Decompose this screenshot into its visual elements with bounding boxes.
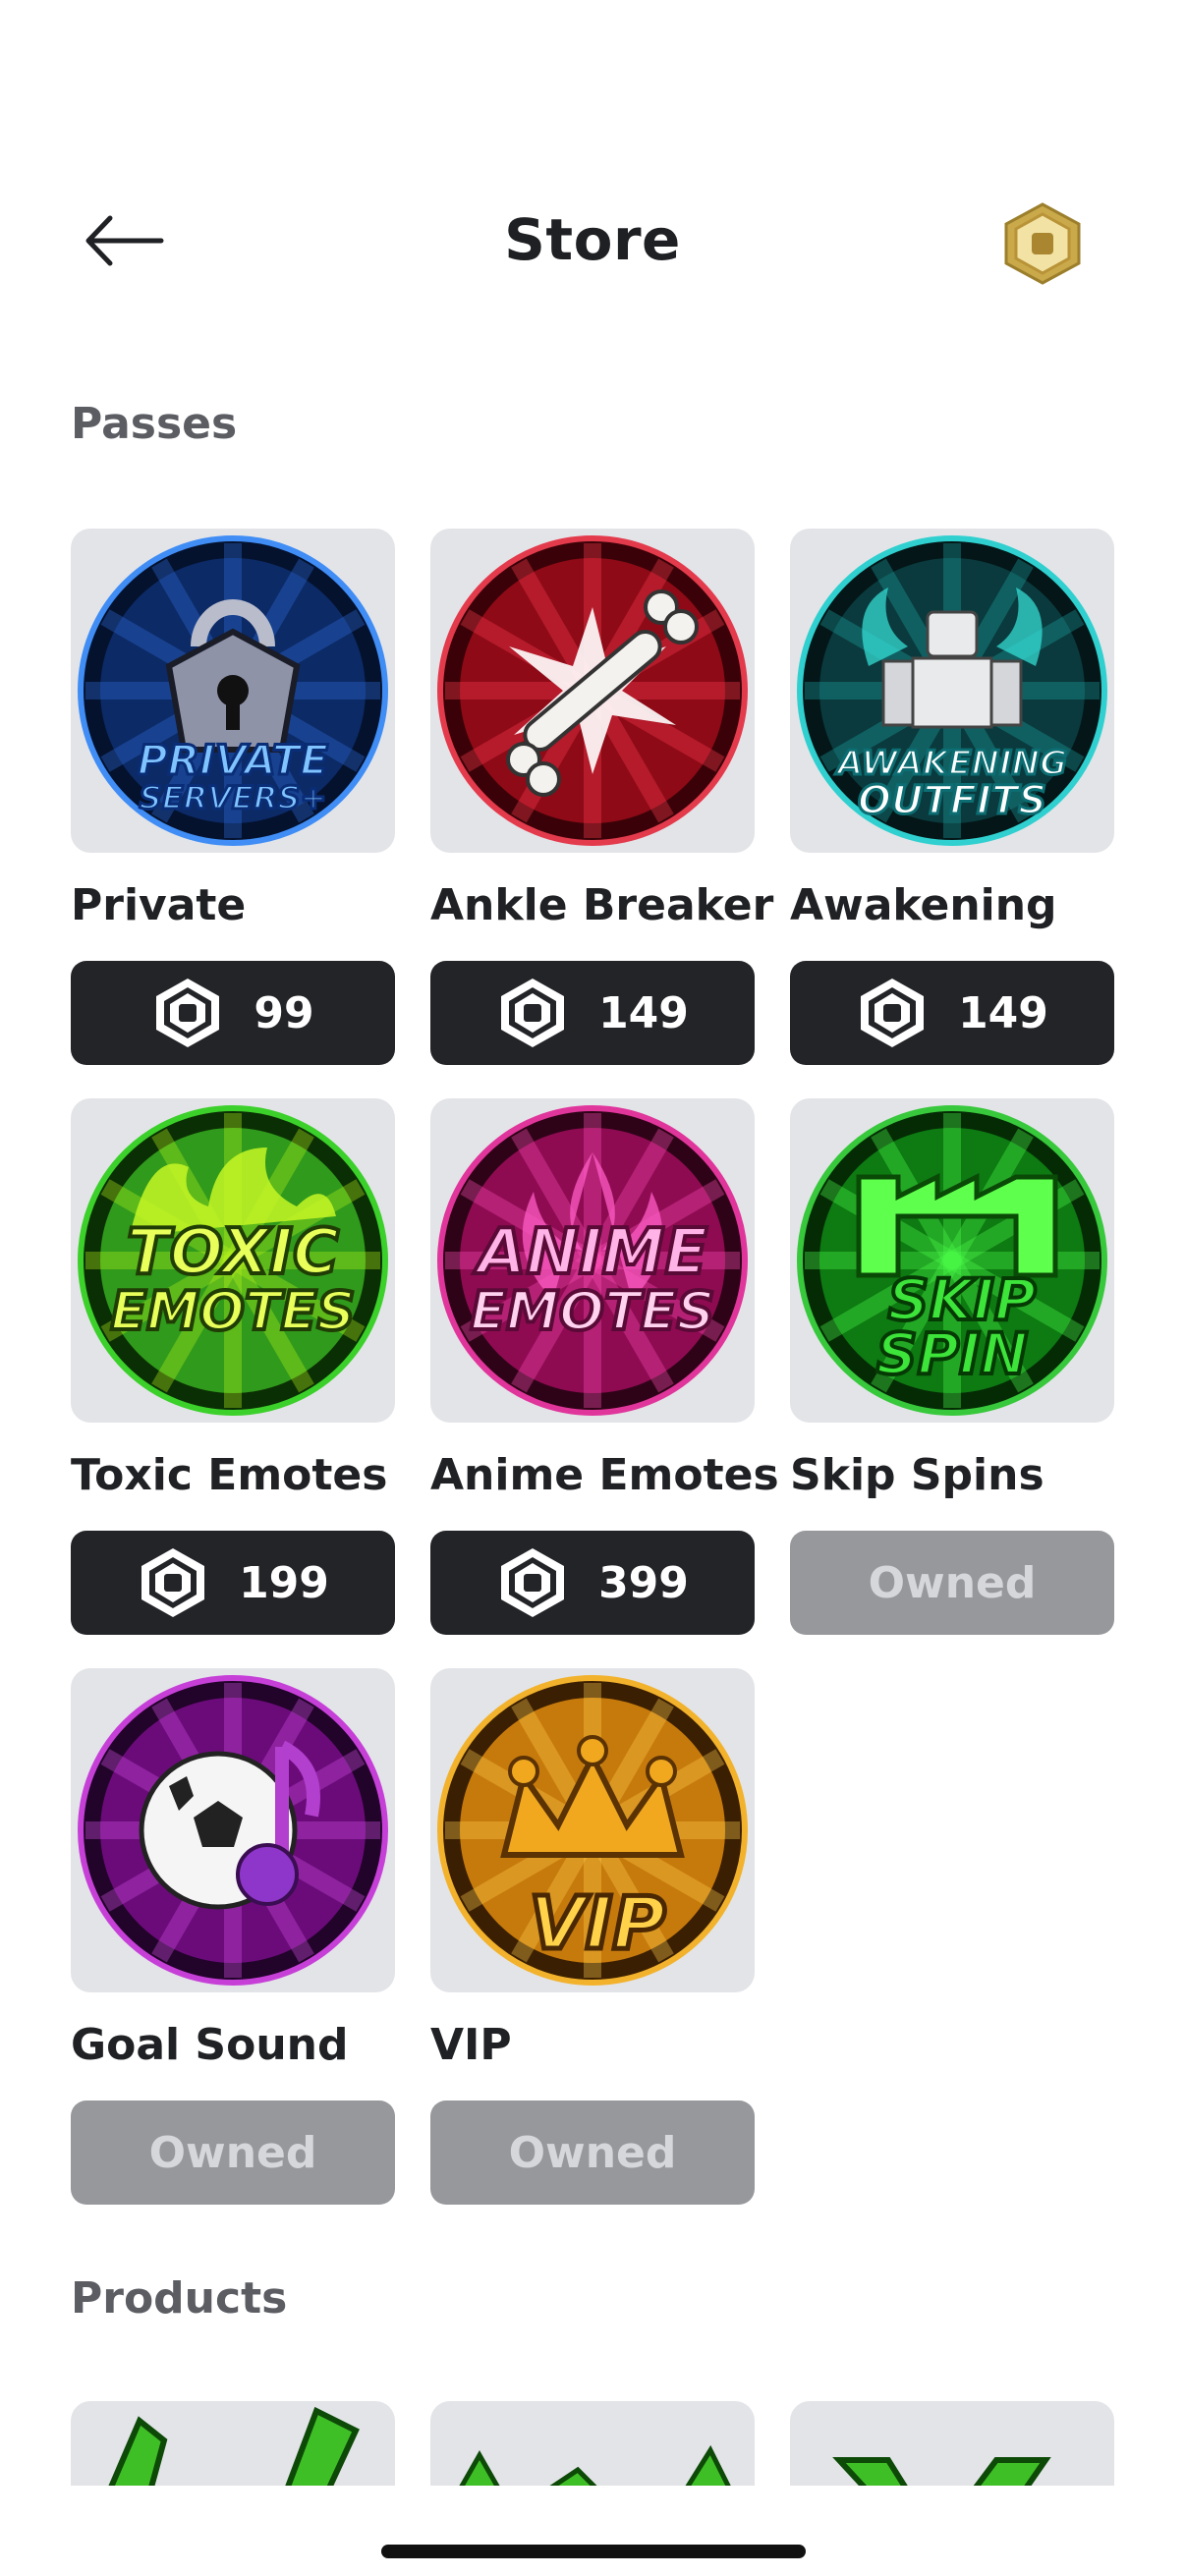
buy-button[interactable]: 399 [430,1531,755,1635]
toxic-emotes-art: TOXICEMOTES [78,1105,388,1416]
pass-card[interactable]: SKIP SPIN Skip Spins Owned [790,1098,1114,1635]
pass-card[interactable]: VIP VIP Owned [430,1668,755,2205]
owned-button[interactable]: Owned [71,2100,395,2205]
robux-icon [156,979,220,1047]
awakening-art: AWAKENINGOUTFITS [797,535,1107,846]
owned-label: Owned [868,1557,1037,1608]
price-label: 149 [598,987,689,1038]
pass-thumbnail[interactable] [430,529,755,853]
pass-thumbnail[interactable] [71,1668,395,1992]
price-label: 99 [254,987,314,1038]
store-header: Store [0,177,1185,305]
product-card[interactable] [71,2401,395,2486]
passes-section-title: Passes [71,399,238,449]
pass-thumbnail[interactable]: TOXIC EMOTES [71,1098,395,1423]
owned-label: Owned [508,2127,677,2178]
pass-name: Skip Spins [790,1450,1044,1500]
product-card[interactable] [790,2401,1114,2486]
money-icon [832,2457,1051,2486]
private-servers-art: PRIVATESERVERS+ [78,535,388,846]
pass-name: Goal Sound [71,2020,349,2070]
pass-thumbnail[interactable]: PRIVATE SERVERS+ [71,529,395,853]
price-label: 199 [239,1557,329,1608]
svg-text:PRIVATE: PRIVATE [138,736,329,784]
robux-icon [141,1548,205,1617]
robux-icon [501,979,565,1047]
skip-spin-art: SKIPSPIN [797,1105,1107,1416]
svg-text:SERVERS+: SERVERS+ [140,779,327,816]
svg-text:AWAKENING: AWAKENING [834,744,1067,783]
products-section-title: Products [71,2273,288,2324]
svg-text:ANIME: ANIME [473,1216,707,1289]
home-indicator [381,2545,806,2558]
pass-name: Awakening [790,880,1057,930]
pass-card[interactable]: ANIME EMOTES Anime Emotes 399 [430,1098,779,1635]
svg-text:EMOTES: EMOTES [470,1280,714,1342]
vip-art: VIP [437,1675,748,1986]
robux-icon [1004,202,1081,285]
owned-label: Owned [148,2127,317,2178]
svg-text:SPIN: SPIN [876,1320,1028,1387]
price-label: 399 [598,1557,689,1608]
owned-button[interactable]: Owned [430,2100,755,2205]
svg-text:OUTFITS: OUTFITS [858,778,1046,823]
buy-button[interactable]: 99 [71,961,395,1065]
pass-card[interactable]: AWAKENING OUTFITS Awakening 149 [790,529,1114,1065]
owned-button[interactable]: Owned [790,1531,1114,1635]
ankle-breaker-art [437,535,748,846]
robux-icon [861,979,925,1047]
pass-thumbnail[interactable]: AWAKENING OUTFITS [790,529,1114,853]
products-row [71,2401,1114,2486]
goal-sound-art [78,1675,388,1986]
pass-name: Toxic Emotes [71,1450,388,1500]
product-card[interactable] [430,2401,755,2486]
buy-button[interactable]: 149 [430,961,755,1065]
pass-card[interactable]: Ankle Breaker 149 [430,529,773,1065]
robux-icon [501,1548,565,1617]
pass-card[interactable]: Goal Sound Owned [71,1668,395,2205]
money-icon [459,2444,731,2486]
pass-card[interactable]: TOXIC EMOTES Toxic Emotes 199 [71,1098,395,1635]
pass-card[interactable]: PRIVATE SERVERS+ Private 99 [71,529,395,1065]
pass-name: Private [71,880,247,930]
pass-name: Anime Emotes [430,1450,779,1500]
buy-button[interactable]: 149 [790,961,1114,1065]
money-icon [108,2406,360,2486]
robux-balance-button[interactable] [1002,200,1083,287]
anime-emotes-art: ANIMEEMOTES [437,1105,748,1416]
svg-text:EMOTES: EMOTES [110,1280,355,1342]
svg-text:TOXIC: TOXIC [127,1216,339,1289]
pass-name: VIP [430,2020,512,2070]
pass-thumbnail[interactable]: SKIP SPIN [790,1098,1114,1423]
svg-text:VIP: VIP [529,1881,665,1966]
price-label: 149 [958,987,1048,1038]
pass-thumbnail[interactable]: VIP [430,1668,755,1992]
pass-thumbnail[interactable]: ANIME EMOTES [430,1098,755,1423]
pass-name: Ankle Breaker [430,880,774,930]
buy-button[interactable]: 199 [71,1531,395,1635]
